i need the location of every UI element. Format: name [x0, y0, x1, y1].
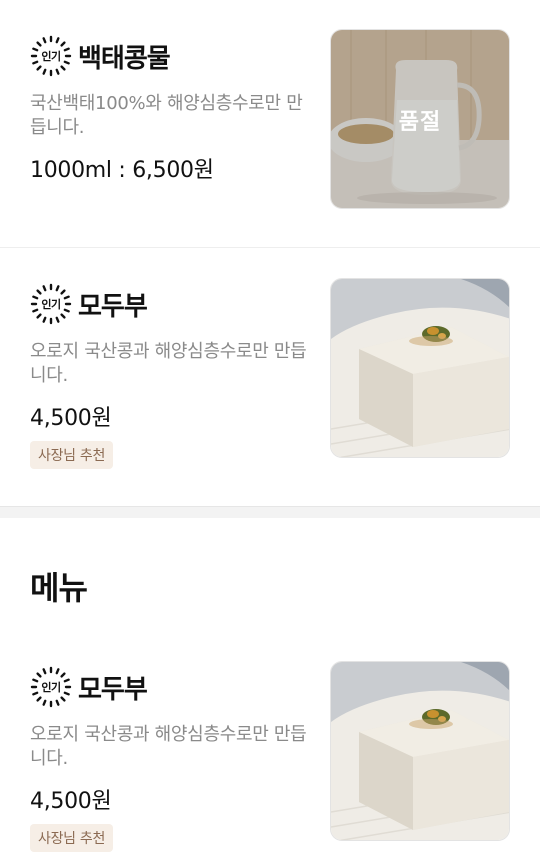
- item-header: 인기 백태콩물: [30, 35, 171, 77]
- item-price: 4,500원: [30, 789, 112, 814]
- item-description: 오로지 국산콩과 해양심층수로만 만듭니다.: [30, 341, 307, 386]
- popular-badge-label: 인기: [41, 298, 61, 311]
- section-title-menu: 메뉴: [30, 569, 88, 607]
- item-name: 모두부: [78, 674, 148, 705]
- item-header: 인기 모두부: [30, 666, 148, 708]
- recommend-tag: 사장님 추천: [30, 824, 114, 852]
- popular-badge-icon: 인기: [30, 283, 72, 325]
- item-photo-tofu[interactable]: [330, 278, 510, 458]
- item-photo-soybean-milk[interactable]: 품절: [330, 29, 510, 209]
- popular-badge-label: 인기: [41, 50, 61, 63]
- popular-badge-label: 인기: [41, 681, 61, 694]
- item-price: 4,500원: [30, 406, 112, 431]
- sold-out-overlay: 품절: [331, 30, 509, 208]
- item-description: 오로지 국산콩과 해양심층수로만 만듭니다.: [30, 724, 307, 769]
- popular-badge-icon: 인기: [30, 35, 72, 77]
- popular-badge-icon: 인기: [30, 666, 72, 708]
- item-header: 인기 모두부: [30, 283, 148, 325]
- item-name: 백태콩물: [78, 43, 171, 74]
- menu-item-tofu[interactable]: 인기 모두부 오로지 국산콩과 해양심층수로만 만듭니다. 4,500원 사장님…: [0, 248, 540, 506]
- recommend-tag: 사장님 추천: [30, 441, 114, 469]
- sold-out-label: 품절: [398, 110, 442, 135]
- menu-item-tofu-2[interactable]: 인기 모두부 오로지 국산콩과 해양심층수로만 만듭니다. 4,500원 사장님…: [0, 631, 540, 855]
- item-description: 국산백태100%와 해양심층수로만 만듭니다.: [30, 93, 303, 138]
- item-photo-tofu[interactable]: [330, 661, 510, 841]
- item-name: 모두부: [78, 291, 148, 322]
- menu-item-soybean-milk[interactable]: 인기 백태콩물 국산백태100%와 해양심층수로만 만듭니다. 1000ml :…: [0, 0, 540, 247]
- item-price: 1000ml : 6,500원: [30, 158, 214, 183]
- section-divider: [0, 506, 540, 518]
